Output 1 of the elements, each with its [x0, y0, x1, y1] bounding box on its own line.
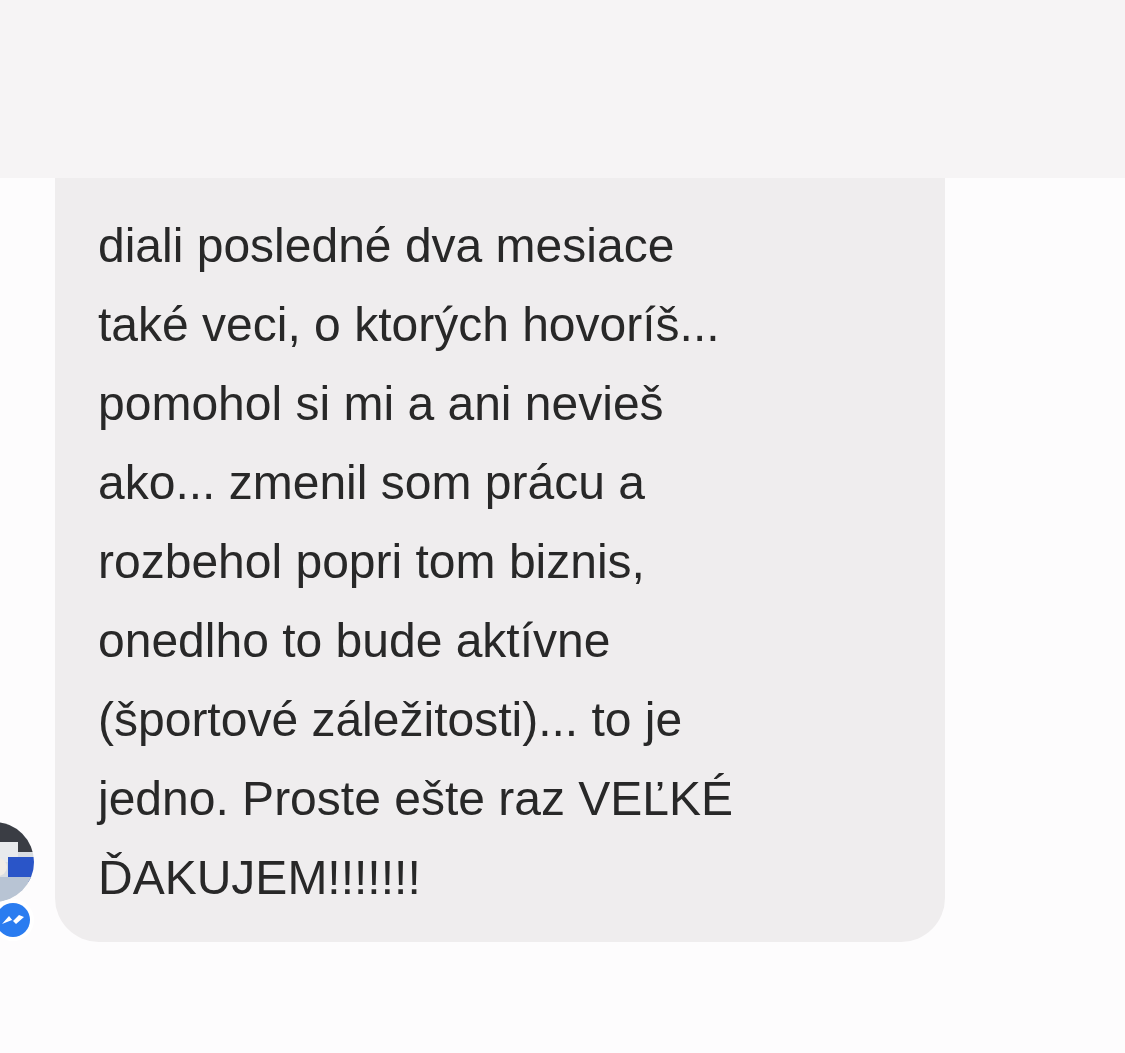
message-text: diali posledné dva mesiace také veci, o ktorých hovoríš... pomohol si mi a ani nevieš ako... zmenil som prácu a rozbehol popri tom biznis, onedlho to bude aktívne (športové záležitosti)... to je jedno. Proste ešte raz VEĽKÉ ĎAKUJEM!!!!!!! [98, 218, 733, 906]
